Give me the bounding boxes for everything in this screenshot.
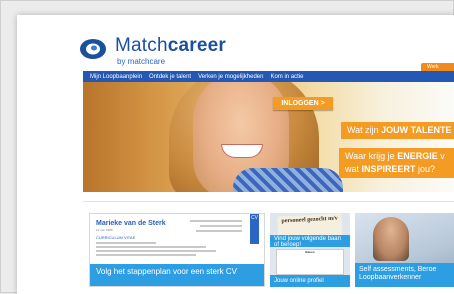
cv-ribbon: CV bbox=[250, 214, 259, 244]
cv-text-line bbox=[96, 246, 206, 248]
energy-banner: Waar krijg je ENERGIE v wat INSPIREERT jo… bbox=[339, 148, 454, 178]
banner1-bold: JOUW TALENTE bbox=[381, 125, 452, 135]
nav-item-loopbaanplein[interactable]: Mijn Loopbaanplein bbox=[90, 74, 142, 80]
divider bbox=[83, 201, 454, 202]
assessment-caption-line2: Loopbaanverkenner bbox=[359, 274, 422, 281]
cv-text-line bbox=[96, 242, 156, 244]
logo-mark-icon bbox=[80, 39, 106, 59]
newspaper-image: Banen bbox=[276, 249, 344, 275]
login-button[interactable]: INLOGGEN > bbox=[273, 97, 333, 110]
cv-text-line bbox=[200, 225, 242, 227]
newspaper-header: Banen bbox=[305, 250, 315, 254]
banner2-line2: wat bbox=[345, 164, 362, 174]
assessment-photo bbox=[373, 217, 409, 261]
assessment-caption-line1: Self assessments, Beroe bbox=[359, 266, 437, 273]
logo-text: Matchcareer bbox=[115, 35, 226, 57]
nav-item-kom-in-actie[interactable]: Kom in actie bbox=[270, 74, 303, 80]
assessment-caption: Self assessments, Beroe Loopbaanverkenne… bbox=[355, 263, 454, 287]
logo-tagline: by matchcare bbox=[117, 57, 166, 66]
banner2-line2-end: jou? bbox=[415, 164, 436, 174]
cv-text-line bbox=[196, 230, 242, 232]
webpage: Matchcareer by matchcare Werk Mijn Loopb… bbox=[17, 15, 454, 294]
talent-banner: Wat zijn JOUW TALENTE bbox=[341, 122, 454, 139]
cv-person-name: Marieke van de Sterk bbox=[96, 220, 166, 227]
cv-card[interactable]: Marieke van de Sterk 12 mei 1988 CURRICU… bbox=[89, 213, 265, 287]
corner-tab[interactable]: Werk bbox=[421, 63, 454, 71]
vacancy-card[interactable]: personeel gezocht m/v Vind jouw volgende… bbox=[270, 213, 350, 287]
banner2-line1-end: v bbox=[437, 151, 445, 161]
logo-brand-part1: Match bbox=[115, 35, 168, 56]
banner2-line1-bold: ENERGIE bbox=[397, 151, 438, 161]
hero-photo-shirt bbox=[233, 168, 343, 192]
banner2-line2-bold: INSPIREERT bbox=[361, 164, 416, 174]
assessment-card[interactable]: Self assessments, Beroe Loopbaanverkenne… bbox=[355, 213, 454, 287]
banner1-text: Wat zijn bbox=[347, 125, 382, 135]
cv-subheading: CURRICULUM VITAE bbox=[96, 235, 136, 240]
main-nav: Mijn Loopbaanplein Ontdek je talent Verk… bbox=[83, 71, 454, 82]
browser-frame: Matchcareer by matchcare Werk Mijn Loopb… bbox=[0, 0, 454, 294]
banner2-line1: Waar krijg je bbox=[345, 151, 398, 161]
cv-text-line bbox=[96, 250, 216, 252]
vacancy-caption-bottom: Jouw online profiel bbox=[270, 275, 350, 287]
vacancy-caption-top: Vind jouw volgende baan of beroep! bbox=[270, 235, 350, 248]
hero-banner: INLOGGEN > Wat zijn JOUW TALENTE Waar kr… bbox=[83, 82, 454, 192]
logo-brand-part2: career bbox=[167, 35, 227, 56]
matchcareer-logo[interactable]: Matchcareer by matchcare bbox=[79, 33, 239, 73]
cv-text-line bbox=[96, 254, 196, 256]
nav-item-ontdek-talent[interactable]: Ontdek je talent bbox=[149, 74, 191, 80]
cv-date: 12 mei 1988 bbox=[96, 228, 113, 232]
cv-text-line bbox=[190, 220, 242, 222]
cv-card-caption: Volg het stappenplan voor een sterk CV bbox=[90, 264, 264, 286]
nav-item-verken-mogelijkheden[interactable]: Verken je mogelijkheden bbox=[198, 74, 263, 80]
